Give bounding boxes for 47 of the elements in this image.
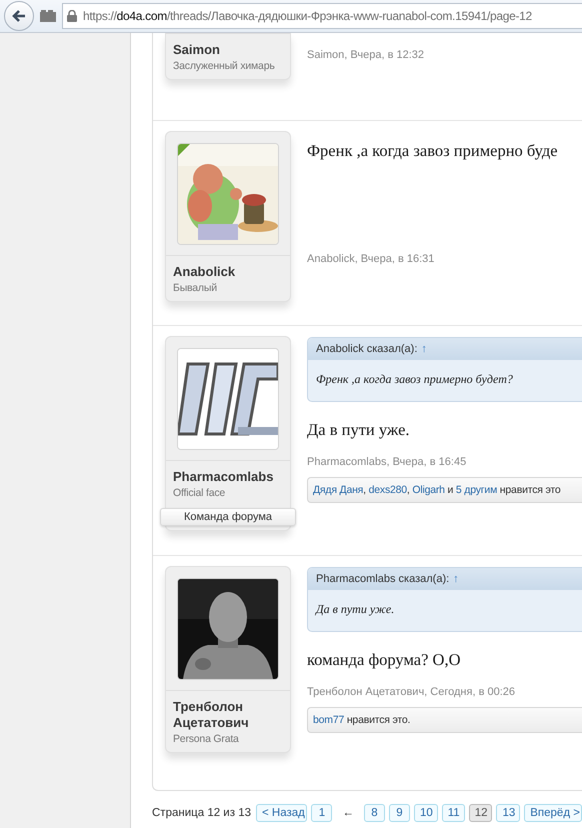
- page-button[interactable]: 11: [442, 804, 465, 822]
- message-text: Френк ,а когда завоз примерно буде: [307, 141, 559, 161]
- url-text: https://do4a.com/threads/Лавочка-дядюшки-Фрэнка-www-ruanabol-com.15941/page-12: [83, 9, 532, 23]
- address-field[interactable]: https://do4a.com/threads/Лавочка-дядюшки-Фрэнка-www-ruanabol-com.15941/page-12: [62, 3, 582, 29]
- author-name[interactable]: Saimon: [173, 42, 283, 58]
- page-nav-button[interactable]: Вперёд >: [524, 804, 582, 822]
- quote-link[interactable]: ↑: [421, 343, 427, 355]
- page-label: Страница 12 из 13: [152, 807, 251, 819]
- user-title: Persona Grata: [173, 733, 240, 745]
- author-name[interactable]: Тренболон Ацетатович: [173, 699, 283, 731]
- page-button[interactable]: 13: [496, 804, 520, 822]
- user-badge: Команда форума: [160, 508, 296, 526]
- quote-text: Френк ,а когда завоз примерно будет?: [315, 371, 514, 388]
- author-name[interactable]: Pharmacomlabs: [173, 469, 283, 485]
- page-button[interactable]: 10: [414, 804, 438, 822]
- lock-icon: [67, 10, 77, 22]
- user-link[interactable]: 5 другим: [456, 484, 498, 496]
- tabs-icon[interactable]: [40, 10, 56, 22]
- online-marker: [178, 144, 190, 156]
- page-button[interactable]: 1: [311, 804, 332, 822]
- user-link[interactable]: Oligarh: [412, 484, 445, 496]
- quote-text: Да в пути уже.: [314, 601, 396, 618]
- user-title: Бывалый: [173, 282, 218, 294]
- back-button[interactable]: [4, 1, 34, 31]
- page-button[interactable]: 8: [364, 804, 385, 822]
- post-byline: Тренболон Ацетатович, Сегодня, в 00:26: [307, 686, 516, 698]
- user-link[interactable]: bom77: [313, 714, 344, 726]
- page-gap: ←: [342, 807, 354, 819]
- user-title: Заслуженный химарь: [173, 60, 276, 72]
- quote-author: Pharmacomlabs сказал(а):: [316, 573, 450, 585]
- page-button[interactable]: 9: [388, 804, 410, 822]
- user-title: Official face: [173, 487, 226, 499]
- post-byline: Saimon, Вчера, в 12:32: [307, 49, 426, 61]
- quote-author: Anabolick сказал(а):: [316, 343, 418, 355]
- message-text: Да в пути уже.: [307, 420, 411, 440]
- user-link[interactable]: dexs280: [368, 484, 407, 496]
- likes-text: Дядя Даня, dexs280, Oligarh и 5 другим нравится это: [313, 484, 561, 496]
- message-text: команда форума? О,О: [307, 650, 462, 670]
- post-byline: Anabolick, Вчера, в 16:31: [307, 253, 436, 265]
- page-button[interactable]: 12: [468, 804, 492, 822]
- page-nav-button[interactable]: < Назад: [256, 804, 308, 822]
- post-byline: Pharmacomlabs, Вчера, в 16:45: [307, 456, 468, 468]
- user-link[interactable]: Дядя Даня: [313, 484, 364, 496]
- back-icon: [11, 8, 27, 24]
- author-name[interactable]: Anabolick: [173, 264, 283, 280]
- likes-text: bom77 нравится это.: [313, 714, 410, 726]
- quote-link[interactable]: ↑: [453, 573, 459, 585]
